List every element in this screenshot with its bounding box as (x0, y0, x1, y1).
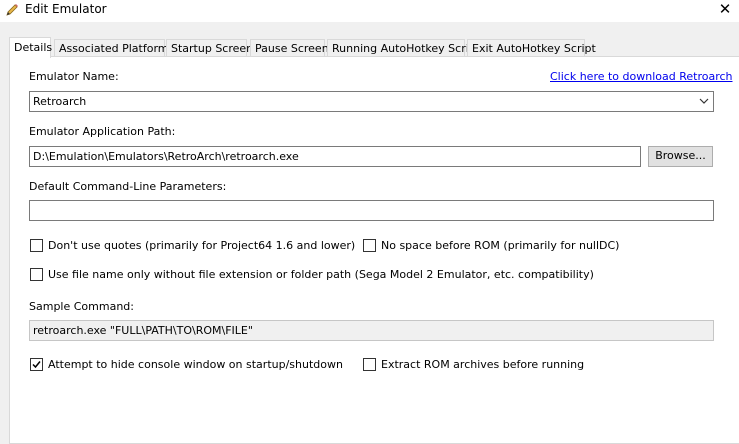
no-space-label: No space before ROM (primarily for nullD… (381, 239, 620, 252)
extract-rom-checkbox[interactable] (363, 358, 376, 371)
no-space-checkbox[interactable] (363, 239, 376, 252)
chevron-down-icon (699, 95, 709, 107)
sample-command-label: Sample Command: (29, 300, 134, 313)
hide-console-checkbox[interactable] (30, 358, 43, 371)
no-quotes-checkbox[interactable] (30, 239, 43, 252)
cmdline-label: Default Command-Line Parameters: (29, 180, 227, 193)
file-name-only-label: Use file name only without file extensio… (48, 268, 594, 281)
tab-startup-screen[interactable]: Startup Screen (166, 39, 253, 57)
extract-rom-label: Extract ROM archives before running (381, 358, 585, 371)
window-title: Edit Emulator (25, 2, 107, 16)
tab-details[interactable]: Details (9, 37, 52, 58)
no-quotes-label: Don't use quotes (primarily for Project6… (48, 239, 356, 252)
title-bar: Edit Emulator ✕ (0, 0, 739, 22)
tab-running-autohotkey-script[interactable]: Running AutoHotkey Script (327, 39, 480, 57)
emulator-name-dropdown[interactable]: Retroarch (29, 91, 714, 112)
browse-button[interactable]: Browse... (648, 146, 713, 167)
hide-console-label: Attempt to hide console window on startu… (48, 358, 343, 371)
tab-pause-screen[interactable]: Pause Screen (250, 39, 329, 57)
download-retroarch-link[interactable]: Click here to download Retroarch (550, 70, 733, 83)
app-path-label: Emulator Application Path: (29, 125, 176, 138)
tab-associated-platforms[interactable]: Associated Platforms (54, 39, 174, 57)
close-button[interactable]: ✕ (711, 0, 739, 20)
emulator-name-value: Retroarch (33, 95, 87, 108)
tab-exit-autohotkey-script[interactable]: Exit AutoHotkey Script (467, 39, 596, 57)
pencil-icon (4, 2, 20, 18)
cmdline-input[interactable] (29, 200, 714, 221)
sample-command-field: retroarch.exe "FULL\PATH\TO\ROM\FILE" (29, 320, 714, 341)
app-path-input[interactable]: D:\Emulation\Emulators\RetroArch\retroar… (29, 146, 641, 167)
file-name-only-checkbox[interactable] (30, 268, 43, 281)
checkmark-icon (32, 361, 41, 369)
emulator-name-label: Emulator Name: (29, 70, 119, 83)
